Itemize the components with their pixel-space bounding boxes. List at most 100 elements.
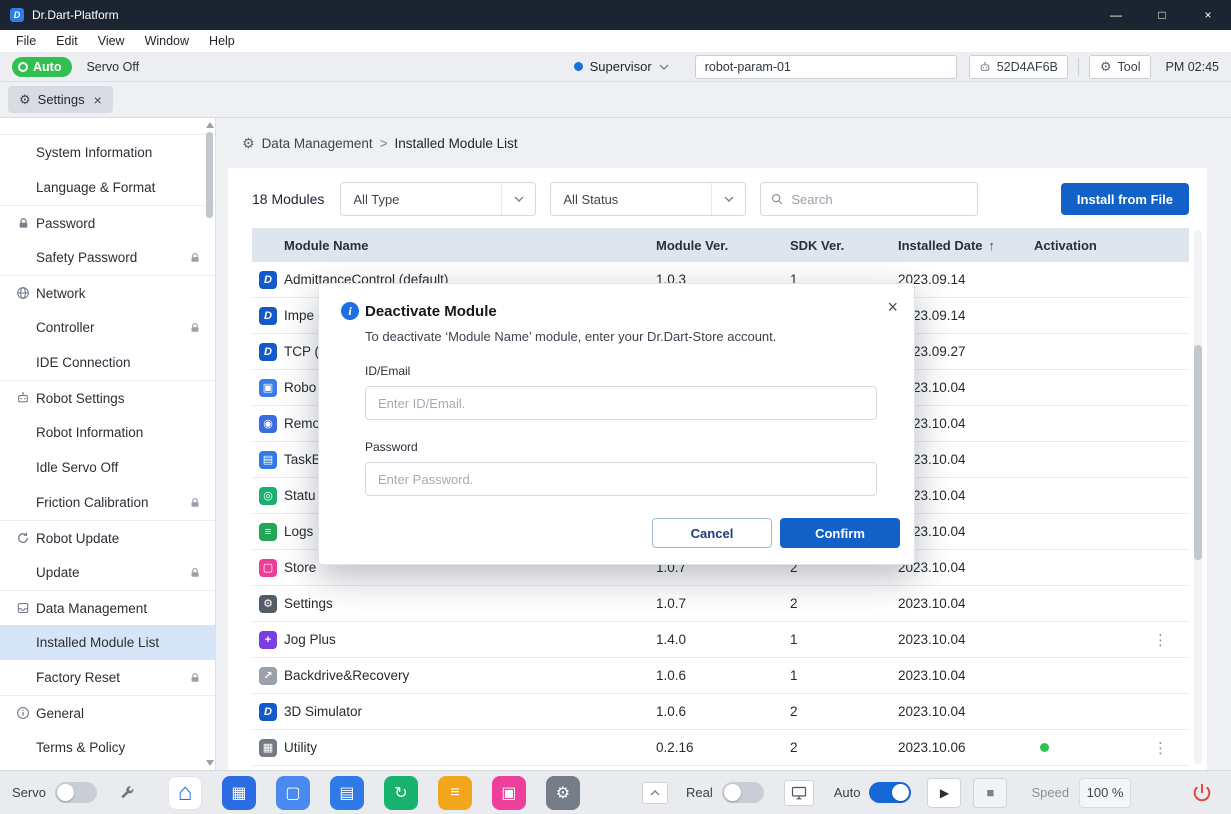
sidebar-item-ide-connection[interactable]: IDE Connection — [0, 345, 215, 380]
id-email-field[interactable] — [365, 386, 877, 420]
sidebar-item-label: IDE Connection — [36, 355, 131, 370]
dock-app-3-icon[interactable]: ▤ — [330, 776, 364, 810]
close-button[interactable]: × — [1185, 0, 1231, 30]
divider — [1078, 58, 1079, 76]
tab-settings[interactable]: ⚙ Settings × — [8, 86, 113, 113]
sidebar-item-robot-settings[interactable]: Robot Settings — [0, 380, 215, 415]
servo-toggle[interactable] — [55, 782, 97, 803]
virtual-display-button[interactable] — [784, 780, 814, 806]
auto-toggle[interactable] — [869, 782, 911, 803]
dock-app-4-icon[interactable]: ↻ — [384, 776, 418, 810]
install-from-file-button[interactable]: Install from File — [1061, 183, 1189, 215]
dock-app-1-icon[interactable]: ▦ — [222, 776, 256, 810]
header-module-name[interactable]: Module Name — [284, 238, 656, 253]
row-menu-icon[interactable]: ⋮ — [1132, 739, 1189, 757]
status-filter-dropdown[interactable]: All Status — [550, 182, 746, 216]
menu-view[interactable]: View — [88, 34, 135, 48]
table-row[interactable]: ↗ Backdrive&Recovery 1.0.6 1 2023.10.04 — [252, 658, 1189, 694]
real-toggle[interactable] — [722, 782, 764, 803]
real-label: Real — [686, 785, 713, 800]
sidebar-item-installed-module-list[interactable]: Installed Module List — [0, 625, 215, 660]
module-icon: D — [259, 703, 277, 721]
maximize-button[interactable]: □ — [1139, 0, 1185, 30]
table-row[interactable]: ▦ Utility 0.2.16 2 2023.10.06 ⋮ — [252, 730, 1189, 766]
chevron-up-icon — [650, 790, 660, 796]
sidebar-item-label: Controller — [36, 320, 95, 335]
adjust-tool-icon[interactable] — [119, 784, 136, 801]
sidebar-item-robot-information[interactable]: Robot Information — [0, 415, 215, 450]
sidebar-item-safety-password[interactable]: Safety Password — [0, 240, 215, 275]
sidebar-item-general[interactable]: General — [0, 695, 215, 730]
dialog-header: i Deactivate Module — [341, 302, 892, 320]
dock: ⌂ ▦ ▢ ▤ ↻ ≡ ▣ ⚙ — [168, 776, 580, 810]
table-row[interactable]: D 3D Simulator 1.0.6 2 2023.10.04 — [252, 694, 1189, 730]
deactivate-module-dialog: i Deactivate Module × To deactivate ‘Mod… — [318, 283, 915, 565]
scrollbar-thumb[interactable] — [1194, 345, 1202, 560]
scroll-down-arrow[interactable] — [206, 760, 214, 766]
dock-home-icon[interactable]: ⌂ — [168, 776, 202, 810]
sidebar-item-label: Robot Information — [36, 425, 143, 440]
header-activation[interactable]: Activation — [1034, 238, 1132, 253]
sidebar-item-friction-calibration[interactable]: Friction Calibration — [0, 485, 215, 520]
table-row[interactable]: ⚙ Settings 1.0.7 2 2023.10.04 — [252, 586, 1189, 622]
sidebar-item-terms-policy[interactable]: Terms & Policy — [0, 730, 215, 765]
header-module-version[interactable]: Module Ver. — [656, 238, 790, 253]
module-version-cell: 1.0.7 — [656, 596, 790, 611]
lock-icon — [189, 567, 201, 579]
robot-param-input[interactable] — [695, 55, 957, 79]
tool-button[interactable]: ⚙ Tool — [1089, 55, 1152, 79]
installed-date-cell: 2023.10.04 — [898, 416, 1034, 431]
scroll-up-arrow[interactable] — [206, 122, 214, 128]
serial-badge[interactable]: 52D4AF6B — [969, 55, 1068, 79]
breadcrumb-section[interactable]: Data Management — [262, 136, 373, 151]
dock-app-5-icon[interactable]: ≡ — [438, 776, 472, 810]
module-version-cell: 0.2.16 — [656, 740, 790, 755]
sidebar-item-factory-reset[interactable]: Factory Reset — [0, 660, 215, 695]
confirm-button[interactable]: Confirm — [780, 518, 900, 548]
sidebar-item-controller[interactable]: Controller — [0, 310, 215, 345]
sidebar-item-robot-update[interactable]: Robot Update — [0, 520, 215, 555]
tab-close-icon[interactable]: × — [94, 92, 102, 108]
search-input[interactable] — [791, 192, 967, 207]
sidebar-item-data-management[interactable]: Data Management — [0, 590, 215, 625]
sidebar-item-system-information[interactable]: System Information — [0, 135, 215, 170]
module-icon: ▦ — [259, 739, 277, 757]
header-sdk-version[interactable]: SDK Ver. — [790, 238, 898, 253]
stop-button[interactable]: ■ — [973, 778, 1007, 808]
play-button[interactable]: ▶ — [927, 778, 961, 808]
dock-app-7-icon[interactable]: ⚙ — [546, 776, 580, 810]
sidebar-item-password[interactable]: Password — [0, 205, 215, 240]
menu-file[interactable]: File — [6, 34, 46, 48]
installed-date-cell: 2023.10.04 — [898, 452, 1034, 467]
table-row[interactable]: + Jog Plus 1.4.0 1 2023.10.04 ⋮ — [252, 622, 1189, 658]
menu-window[interactable]: Window — [135, 34, 199, 48]
sidebar-item-language-format[interactable]: Language & Format — [0, 170, 215, 205]
sidebar-item-label: Installed Module List — [36, 635, 159, 650]
speed-value[interactable]: 100 % — [1079, 778, 1131, 808]
scrollbar-thumb[interactable] — [206, 132, 213, 218]
cancel-button[interactable]: Cancel — [652, 518, 772, 548]
dock-app-6-icon[interactable]: ▣ — [492, 776, 526, 810]
gear-icon: ⚙ — [1100, 59, 1112, 75]
module-count: 18 Modules — [252, 191, 324, 207]
power-button[interactable] — [1191, 782, 1213, 804]
sdk-version-cell: 1 — [790, 668, 898, 683]
password-field[interactable] — [365, 462, 877, 496]
sidebar-item-idle-servo-off[interactable]: Idle Servo Off — [0, 450, 215, 485]
sdk-version-cell: 2 — [790, 596, 898, 611]
role-dropdown[interactable]: Supervisor — [574, 59, 669, 74]
collapse-dock-button[interactable] — [642, 782, 668, 804]
module-version-cell: 1.0.6 — [656, 668, 790, 683]
menu-help[interactable]: Help — [199, 34, 245, 48]
installed-date-cell: 2023.09.27 — [898, 344, 1034, 359]
menu-edit[interactable]: Edit — [46, 34, 88, 48]
type-filter-dropdown[interactable]: All Type — [340, 182, 536, 216]
dialog-close-icon[interactable]: × — [887, 298, 898, 316]
row-menu-icon[interactable]: ⋮ — [1132, 631, 1189, 649]
sidebar-item-update[interactable]: Update — [0, 555, 215, 590]
header-installed-date[interactable]: Installed Date↑ — [898, 238, 1034, 253]
sidebar-item-network[interactable]: Network — [0, 275, 215, 310]
auto-mode-badge[interactable]: Auto — [12, 57, 72, 77]
dock-app-2-icon[interactable]: ▢ — [276, 776, 310, 810]
minimize-button[interactable]: — — [1093, 0, 1139, 30]
